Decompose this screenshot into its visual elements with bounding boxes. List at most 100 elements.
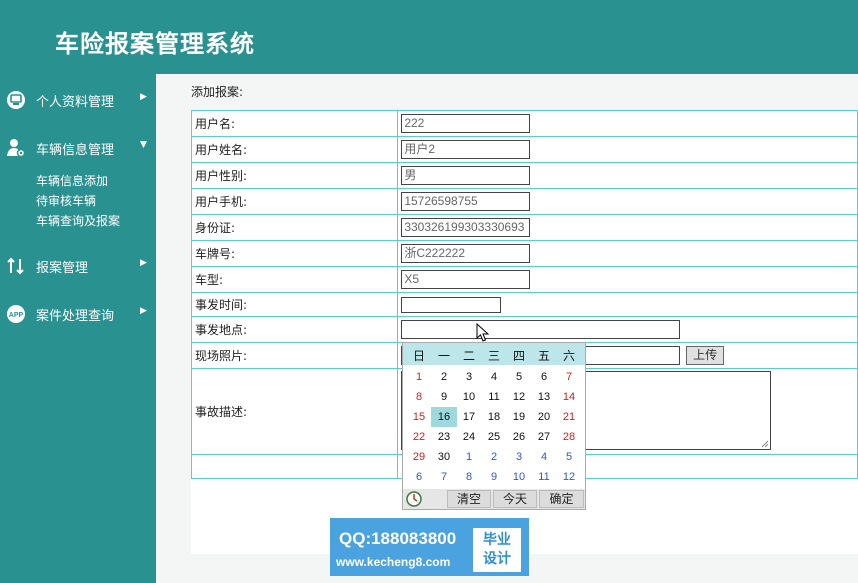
clear-button[interactable]: 清空: [447, 490, 491, 508]
calendar-day[interactable]: 11: [531, 467, 557, 487]
calendar-day[interactable]: 2: [481, 447, 507, 467]
calendar-day[interactable]: 4: [531, 447, 557, 467]
calendar-day[interactable]: 8: [456, 467, 482, 487]
calendar-day[interactable]: 5: [556, 447, 582, 467]
watermark-qq: QQ:188083800: [339, 529, 457, 548]
id-card-field[interactable]: 330326199303330693: [401, 218, 531, 237]
calendar-day[interactable]: 9: [481, 467, 507, 487]
weekday-label: 日: [412, 349, 425, 363]
chevron-right-icon: ▶: [140, 258, 147, 268]
calendar-day[interactable]: 2: [431, 367, 457, 387]
calendar-day[interactable]: 12: [506, 387, 532, 407]
calendar-day[interactable]: 27: [531, 427, 557, 447]
top-header: 车险报案管理系统: [0, 0, 858, 74]
calendar-day[interactable]: 21: [556, 407, 582, 427]
field-label: 车型:: [190, 266, 399, 293]
username-field[interactable]: 222: [401, 114, 531, 133]
clock-icon[interactable]: [406, 491, 422, 510]
calendar-day[interactable]: 14: [556, 387, 582, 407]
calendar-day[interactable]: 25: [481, 427, 507, 447]
calendar-day[interactable]: 18: [481, 407, 507, 427]
calendar-day[interactable]: 3: [456, 367, 482, 387]
resize-handle-icon: [761, 440, 769, 447]
weekday-header: 日 一 二 三 四 五 六: [403, 343, 585, 365]
upload-button[interactable]: 上传: [686, 346, 725, 365]
menu-case-query[interactable]: APP 案件处理查询 ▶: [0, 298, 156, 328]
calendar-day[interactable]: 26: [506, 427, 532, 447]
gender-field[interactable]: 男: [401, 166, 531, 185]
chevron-right-icon: ▶: [140, 92, 147, 102]
field-label: 车牌号:: [190, 240, 399, 267]
menu-label: 个人资料管理: [36, 95, 115, 110]
calendar-day[interactable]: 7: [431, 467, 457, 487]
form-row: 用户姓名: 用户2: [190, 136, 858, 163]
calendar-day[interactable]: 19: [506, 407, 532, 427]
calendar-day[interactable]: 12: [556, 467, 582, 487]
calendar-day[interactable]: 29: [406, 447, 432, 467]
confirm-button[interactable]: 确定: [539, 490, 584, 508]
form-row: 用户性别: 男: [190, 162, 858, 189]
field-label: 事发时间:: [190, 292, 399, 317]
menu-vehicle-info[interactable]: 车辆信息管理 ▼: [0, 132, 156, 162]
calendar-day[interactable]: 9: [431, 387, 457, 407]
empty-cell: [190, 454, 399, 479]
calendar-day[interactable]: 13: [531, 387, 557, 407]
weekday-label: 五: [537, 349, 550, 363]
calendar-day[interactable]: 16: [431, 407, 457, 427]
calendar-day[interactable]: 1: [456, 447, 482, 467]
menu-label: 案件处理查询: [36, 309, 115, 324]
calendar-day[interactable]: 6: [531, 367, 557, 387]
watermark-badge-line: 毕业: [483, 532, 511, 548]
calendar-day[interactable]: 28: [556, 427, 582, 447]
submenu-vehicle-query[interactable]: 车辆查询及报案: [36, 212, 120, 229]
incident-time-field[interactable]: [401, 296, 502, 313]
menu-personal-info[interactable]: 个人资料管理 ▶: [0, 84, 156, 114]
plate-number-field[interactable]: 浙C222222: [401, 244, 531, 263]
calendar-day[interactable]: 4: [481, 367, 507, 387]
real-name-field[interactable]: 用户2: [401, 140, 531, 159]
calendar-day[interactable]: 23: [431, 427, 457, 447]
calendar-day[interactable]: 10: [506, 467, 532, 487]
field-label: 现场照片:: [190, 342, 399, 369]
incident-location-field[interactable]: [401, 320, 681, 339]
form-row: 事发地点:: [190, 316, 858, 343]
weekday-label: 四: [512, 349, 525, 363]
calendar-day[interactable]: 20: [531, 407, 557, 427]
calendar-day[interactable]: 24: [456, 427, 482, 447]
today-button[interactable]: 今天: [493, 490, 537, 508]
calendar-day[interactable]: 7: [556, 367, 582, 387]
menu-report-management[interactable]: 报案管理 ▶: [0, 250, 156, 280]
calendar-day[interactable]: 22: [406, 427, 432, 447]
mouse-cursor-icon: [476, 323, 490, 342]
field-label: 用户名:: [190, 110, 399, 137]
weekday-label: 一: [437, 349, 450, 363]
submenu-vehicle-add[interactable]: 车辆信息添加: [36, 172, 108, 189]
calendar-day[interactable]: 3: [506, 447, 532, 467]
menu-label: 报案管理: [36, 261, 89, 276]
calendar-footer: 清空 今天 确定: [403, 489, 585, 509]
field-label: 用户手机:: [190, 188, 399, 215]
calendar-day[interactable]: 17: [456, 407, 482, 427]
calendar-day[interactable]: 6: [406, 467, 432, 487]
field-label: 事发地点:: [190, 316, 399, 343]
user-gear-icon: [6, 138, 26, 158]
form-row: 车型: X5: [190, 266, 858, 293]
date-picker-popup: 日 一 二 三 四 五 六 1 2 3 4 5 6 7 8 9 10 11 12 13 14 15 16 17 1…: [402, 342, 586, 510]
submenu-pending-vehicles[interactable]: 待审核车辆: [36, 192, 96, 209]
form-row: 车牌号: 浙C222222: [190, 240, 858, 267]
calendar-day[interactable]: 15: [406, 407, 432, 427]
calendar-day[interactable]: 1: [406, 367, 432, 387]
watermark-badge-line: 设计: [483, 551, 511, 567]
watermark-url: www.kecheng8.com: [336, 555, 451, 569]
exchange-icon: [6, 256, 26, 276]
form-row: 身份证: 330326199303330693: [190, 214, 858, 241]
calendar-day[interactable]: 8: [406, 387, 432, 407]
calendar-day[interactable]: 10: [456, 387, 482, 407]
phone-field[interactable]: 15726598755: [401, 192, 531, 211]
breadcrumb: 添加报案:: [191, 85, 244, 99]
calendar-day[interactable]: 30: [431, 447, 457, 467]
car-model-field[interactable]: X5: [401, 270, 531, 289]
calendar-day[interactable]: 5: [506, 367, 532, 387]
calendar-day[interactable]: 11: [481, 387, 507, 407]
field-label: 用户性别:: [190, 162, 399, 189]
